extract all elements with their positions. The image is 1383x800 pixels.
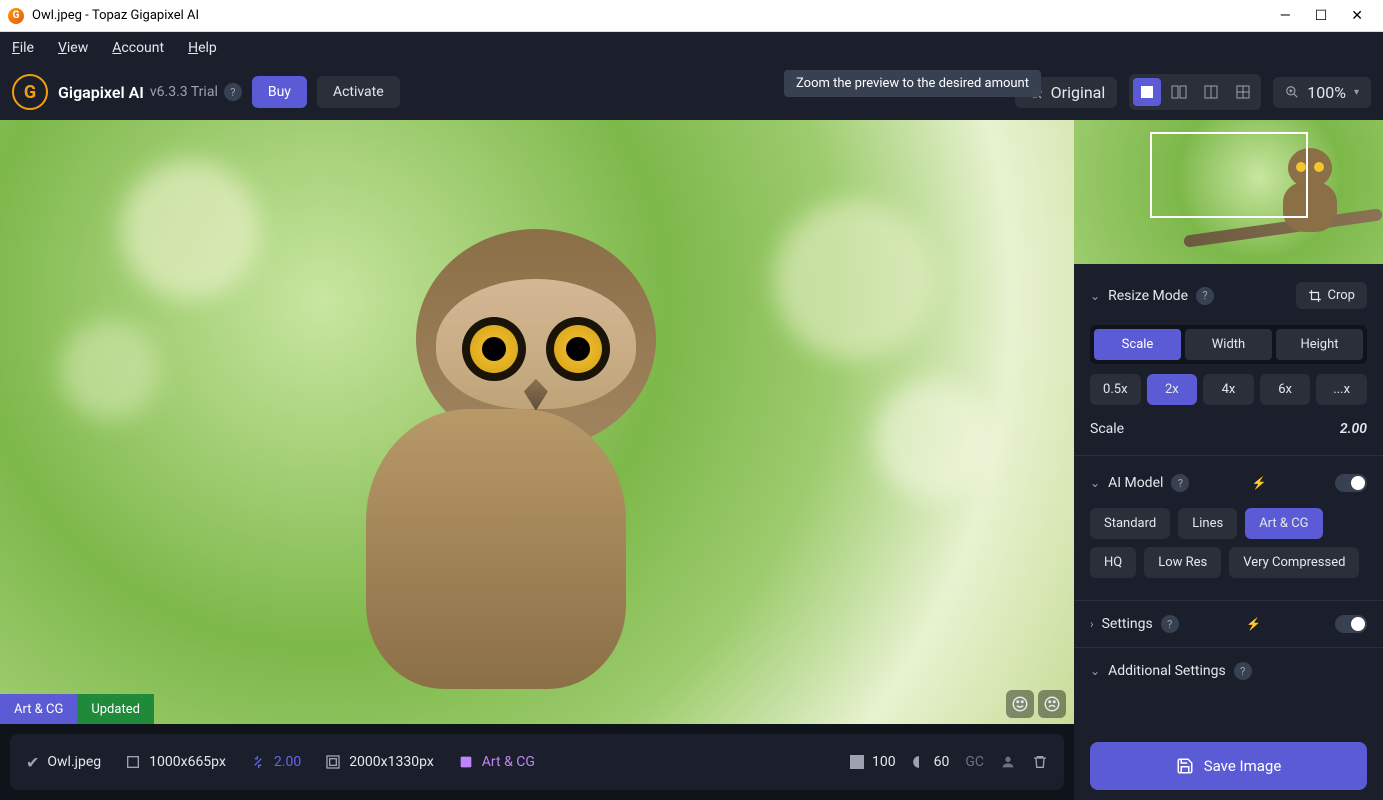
- bb-original-size: 1000x665px: [125, 754, 226, 770]
- preview-area[interactable]: Art & CG Updated ✔ Owl.jpeg 1000x665px: [0, 120, 1074, 800]
- window-title-app: Topaz Gigapixel AI: [92, 8, 199, 23]
- additional-help-icon[interactable]: ?: [1234, 662, 1252, 680]
- model-icon: [458, 754, 474, 770]
- zoom-in-icon: [1285, 85, 1299, 99]
- chevron-down-icon[interactable]: ⌄: [1090, 289, 1100, 303]
- maximize-button[interactable]: ☐: [1315, 8, 1328, 24]
- chevron-right-icon[interactable]: ›: [1090, 617, 1094, 631]
- view-split-v-button[interactable]: [1165, 78, 1193, 106]
- status-model: Art & CG: [0, 694, 77, 724]
- version-help-icon[interactable]: ?: [224, 83, 242, 101]
- ai-model-title: AI Model: [1108, 475, 1163, 491]
- zoom-value: 100%: [1307, 83, 1346, 102]
- crop-icon: [1308, 289, 1322, 303]
- model-lowres-button[interactable]: Low Res: [1144, 547, 1221, 578]
- save-image-button[interactable]: Save Image: [1090, 742, 1367, 790]
- scale-05x-button[interactable]: 0.5x: [1090, 374, 1141, 405]
- bb-scale: 2.00: [250, 754, 301, 770]
- view-mode-group: [1129, 74, 1261, 110]
- scale-custom-button[interactable]: ...x: [1316, 374, 1367, 405]
- feedback-frown-button[interactable]: [1038, 690, 1066, 718]
- navigator-viewport[interactable]: [1150, 132, 1308, 218]
- model-lines-button[interactable]: Lines: [1178, 508, 1237, 539]
- save-icon: [1176, 757, 1194, 775]
- zoom-tooltip: Zoom the preview to the desired amount: [784, 70, 1041, 97]
- chevron-down-icon[interactable]: ⌄: [1090, 664, 1100, 678]
- scale-label: Scale: [1090, 421, 1124, 437]
- mode-scale-button[interactable]: Scale: [1094, 329, 1181, 360]
- sidebar: ⌄ Resize Mode ? Crop Scale Width Height …: [1074, 120, 1383, 800]
- menubar: File View Account Help: [0, 32, 1383, 64]
- zoom-control[interactable]: 100% ▾: [1273, 77, 1371, 108]
- scale-value: 2.00: [1340, 421, 1367, 437]
- model-vcomp-button[interactable]: Very Compressed: [1229, 547, 1359, 578]
- app-name: Gigapixel AI: [58, 83, 144, 102]
- quality-icon: [850, 755, 864, 769]
- minimize-button[interactable]: —: [1280, 8, 1291, 24]
- view-grid-button[interactable]: [1229, 78, 1257, 106]
- feedback-smile-button[interactable]: [1006, 690, 1034, 718]
- output-icon: [325, 754, 341, 770]
- close-button[interactable]: ✕: [1351, 8, 1363, 24]
- menu-view[interactable]: View: [58, 40, 88, 56]
- ai-auto-toggle[interactable]: [1335, 474, 1367, 492]
- preview-image[interactable]: Art & CG Updated: [0, 120, 1074, 724]
- ai-help-icon[interactable]: ?: [1171, 474, 1189, 492]
- navigator-thumbnail[interactable]: [1074, 120, 1383, 264]
- dpi-icon: [912, 755, 926, 769]
- settings-help-icon[interactable]: ?: [1161, 615, 1179, 633]
- save-label: Save Image: [1204, 757, 1282, 775]
- app-icon: G: [8, 8, 24, 24]
- status-state: Updated: [77, 694, 154, 724]
- additional-title: Additional Settings: [1108, 663, 1226, 679]
- bb-dpi: 60: [912, 754, 950, 770]
- status-badge: Art & CG Updated: [0, 694, 154, 724]
- chevron-down-icon[interactable]: ⌄: [1090, 476, 1100, 490]
- menu-help[interactable]: Help: [188, 40, 217, 56]
- scale-4x-button[interactable]: 4x: [1203, 374, 1254, 405]
- app-version: v6.3.3 Trial: [150, 84, 218, 100]
- activate-button[interactable]: Activate: [317, 76, 400, 108]
- model-hq-button[interactable]: HQ: [1090, 547, 1136, 578]
- topbar: G Gigapixel AI v6.3.3 Trial ? Buy Activa…: [0, 64, 1383, 120]
- lightning-icon: ⚡: [1252, 476, 1267, 490]
- bb-model: Art & CG: [458, 754, 535, 770]
- scale-factor-row: 0.5x 2x 4x 6x ...x: [1090, 374, 1367, 405]
- crop-button[interactable]: Crop: [1296, 282, 1367, 309]
- logo-icon: G: [12, 74, 48, 110]
- lightning-icon: ⚡: [1246, 617, 1261, 631]
- chevron-down-icon: ▾: [1354, 87, 1359, 98]
- bb-quality: 100: [850, 754, 896, 770]
- bottom-status-bar: ✔ Owl.jpeg 1000x665px 2.00 2000x1330px: [10, 734, 1064, 790]
- view-single-button[interactable]: [1133, 78, 1161, 106]
- bb-filename: ✔ Owl.jpeg: [26, 753, 101, 772]
- view-side-button[interactable]: [1197, 78, 1225, 106]
- mode-height-button[interactable]: Height: [1276, 329, 1363, 360]
- menu-account[interactable]: Account: [112, 40, 164, 56]
- settings-title: Settings: [1102, 616, 1153, 632]
- resize-mode-segment: Scale Width Height: [1090, 325, 1367, 364]
- original-label: Original: [1051, 83, 1106, 102]
- check-icon: ✔: [26, 753, 39, 772]
- trash-icon[interactable]: [1032, 754, 1048, 770]
- resize-help-icon[interactable]: ?: [1196, 287, 1214, 305]
- window-titlebar: G Owl.jpeg - Topaz Gigapixel AI — ☐ ✕: [0, 0, 1383, 32]
- bb-output-size: 2000x1330px: [325, 754, 434, 770]
- mode-width-button[interactable]: Width: [1185, 329, 1272, 360]
- menu-file[interactable]: File: [12, 40, 34, 56]
- scale-2x-button[interactable]: 2x: [1147, 374, 1198, 405]
- window-title-filename: Owl.jpeg: [32, 8, 82, 23]
- profile-icon[interactable]: [1000, 754, 1016, 770]
- dimensions-icon: [125, 754, 141, 770]
- model-artcg-button[interactable]: Art & CG: [1245, 508, 1322, 539]
- resize-mode-title: Resize Mode: [1108, 288, 1188, 304]
- scale-icon: [250, 754, 266, 770]
- bb-gc: GC: [965, 754, 984, 770]
- scale-6x-button[interactable]: 6x: [1260, 374, 1311, 405]
- buy-button[interactable]: Buy: [252, 76, 307, 108]
- settings-auto-toggle[interactable]: [1335, 615, 1367, 633]
- model-standard-button[interactable]: Standard: [1090, 508, 1170, 539]
